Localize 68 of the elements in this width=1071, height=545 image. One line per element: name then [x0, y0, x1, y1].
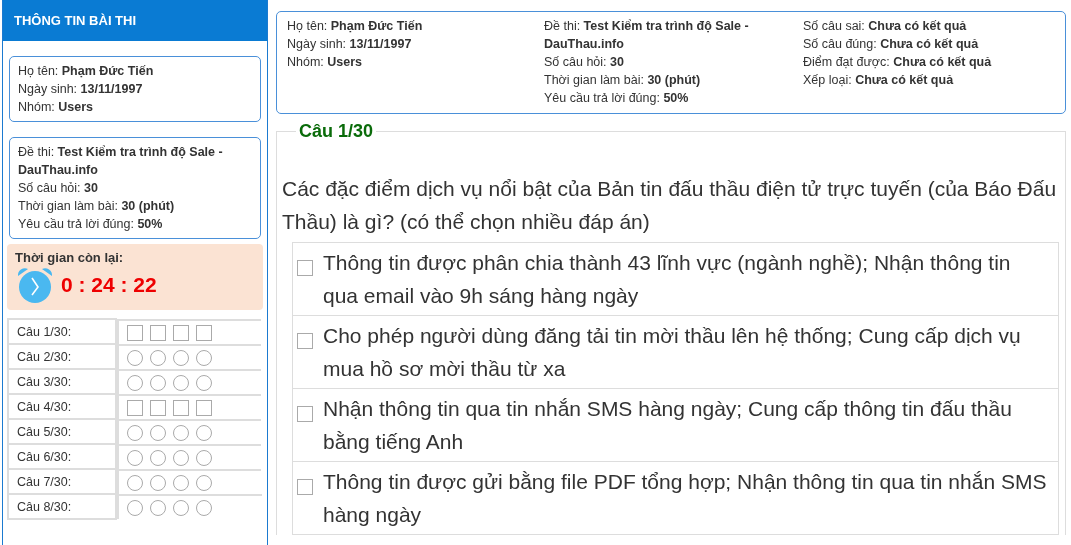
info-line: Thời gian làm bài: 30 (phút) [18, 198, 176, 215]
answer-radio[interactable] [150, 349, 166, 366]
info-line: Số câu sai: Chưa có kết quả [803, 18, 968, 35]
answer-radio[interactable] [173, 374, 189, 391]
answer-checkbox[interactable] [297, 479, 313, 495]
answer-checkbox[interactable] [127, 324, 143, 341]
info-line: Số câu đúng: Chưa có kết quả [803, 36, 980, 53]
answer-checkbox[interactable] [297, 333, 313, 349]
question-title: Câu 1/30 [298, 121, 375, 142]
answer-checkbox[interactable] [127, 399, 143, 416]
question-text: Các đặc điểm dịch vụ nổi bật của Bản tin đấu thầu điện tử trực tuyến (của Báo Đấu Thầu) là gì? (có thể chọn nhiều đáp án) [282, 176, 1058, 235]
answer-radio[interactable] [173, 499, 189, 516]
answer-checkbox[interactable] [196, 324, 212, 341]
answer-checkbox[interactable] [150, 399, 166, 416]
answer-radio[interactable] [127, 449, 143, 466]
answer-radio[interactable] [150, 424, 166, 441]
timer-label: Thời gian còn lại: [15, 250, 125, 265]
answer-radio[interactable] [150, 474, 166, 491]
info-line: Họ tên: Phạm Đức Tiến [287, 18, 424, 35]
info-line: Thời gian làm bài: 30 (phút) [544, 72, 702, 89]
question-link[interactable]: Câu 2/30: [8, 344, 116, 369]
answer-radio[interactable] [127, 374, 143, 391]
answer-radio[interactable] [150, 374, 166, 391]
info-line: Nhóm: Users [287, 54, 364, 71]
answer-radio[interactable] [173, 449, 189, 466]
panel-title: THÔNG TIN BÀI THI [3, 0, 267, 41]
info-line: Yêu cầu trả lời đúng: 50% [18, 216, 164, 233]
info-line: Ngày sinh: 13/11/1997 [18, 81, 144, 98]
answer-checkbox[interactable] [150, 324, 166, 341]
answer-radio[interactable] [196, 374, 212, 391]
question-link[interactable]: Câu 4/30: [8, 394, 116, 419]
answer-checkbox[interactable] [173, 324, 189, 341]
question-link[interactable]: Câu 3/30: [8, 369, 116, 394]
answer-radio[interactable] [196, 449, 212, 466]
answer-radio[interactable] [173, 474, 189, 491]
info-line: Số câu hỏi: 30 [544, 54, 625, 71]
answer-checkbox[interactable] [173, 399, 189, 416]
question-link[interactable]: Câu 7/30: [8, 469, 116, 494]
answer-radio[interactable] [196, 499, 212, 516]
answer-radio[interactable] [173, 424, 189, 441]
answer-radio[interactable] [127, 349, 143, 366]
answer-radio[interactable] [127, 424, 143, 441]
answer-radio[interactable] [196, 474, 212, 491]
question-link[interactable]: Câu 8/30: [8, 494, 116, 519]
question-link[interactable]: Câu 1/30: [8, 319, 116, 344]
answer-radio[interactable] [127, 499, 143, 516]
info-line: Đề thi: Test Kiểm tra trình độ Sale - DauThau.info [544, 18, 750, 53]
countdown-time: 0 : 24 : 22 [61, 273, 157, 297]
info-line: Nhóm: Users [18, 99, 95, 116]
answer-checkbox[interactable] [297, 406, 313, 422]
info-line: Số câu hỏi: 30 [18, 180, 99, 197]
info-line: Họ tên: Phạm Đức Tiến [18, 63, 155, 80]
answer-radio[interactable] [150, 499, 166, 516]
info-line: Yêu cầu trả lời đúng: 50% [544, 90, 690, 107]
info-line: Điểm đạt được: Chưa có kết quả [803, 54, 993, 71]
alarm-clock-icon [15, 266, 55, 304]
answer-radio[interactable] [127, 474, 143, 491]
info-line: Ngày sinh: 13/11/1997 [287, 36, 413, 53]
question-link[interactable]: Câu 5/30: [8, 419, 116, 444]
answer-radio[interactable] [196, 349, 212, 366]
answer-checkbox[interactable] [196, 399, 212, 416]
answer-checkbox[interactable] [297, 260, 313, 276]
answer-radio[interactable] [173, 349, 189, 366]
info-line: Xếp loại: Chưa có kết quả [803, 72, 955, 89]
answer-radio[interactable] [196, 424, 212, 441]
info-line: Đề thi: Test Kiểm tra trình độ Sale - DauThau.info [18, 144, 224, 179]
answer-radio[interactable] [150, 449, 166, 466]
question-link[interactable]: Câu 6/30: [8, 444, 116, 469]
